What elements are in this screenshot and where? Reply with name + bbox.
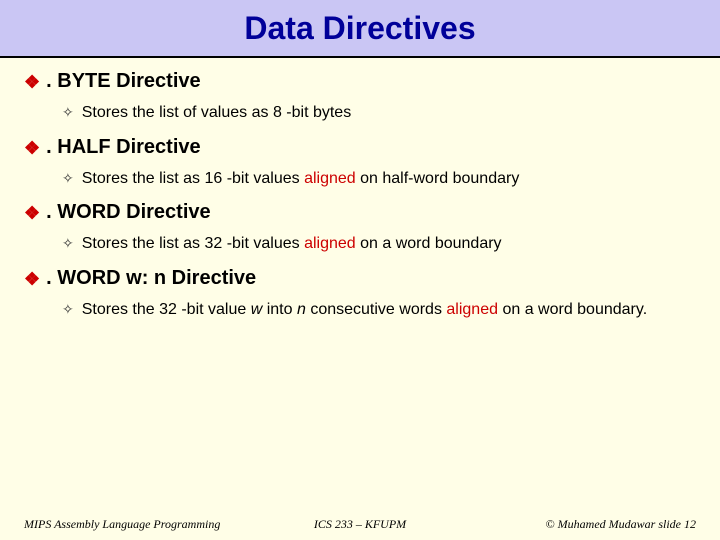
sub-bullet-icon: ✧ xyxy=(62,233,74,253)
sub-word-wn: ✧ Stores the 32 -bit value w into n cons… xyxy=(24,299,696,321)
heading-half: ❖ . HALF Directive xyxy=(24,136,696,160)
sub-text: Stores the list as 16 -bit values aligne… xyxy=(82,168,520,190)
heading-byte: ❖ . BYTE Directive xyxy=(24,70,696,94)
content-area: ❖ . BYTE Directive ✧ Stores the list of … xyxy=(0,58,720,320)
diamond-icon: ❖ xyxy=(24,136,40,160)
sub-text: Stores the 32 -bit value w into n consec… xyxy=(82,299,647,321)
diamond-icon: ❖ xyxy=(24,201,40,225)
heading-word-wn: ❖ . WORD w: n Directive xyxy=(24,267,696,291)
sub-half: ✧ Stores the list as 16 -bit values alig… xyxy=(24,168,696,190)
section-byte: ❖ . BYTE Directive ✧ Stores the list of … xyxy=(24,70,696,124)
footer: MIPS Assembly Language Programming ICS 2… xyxy=(0,517,720,532)
title-bar: Data Directives xyxy=(0,0,720,58)
diamond-icon: ❖ xyxy=(24,70,40,94)
heading-text: . BYTE Directive xyxy=(46,70,201,93)
heading-text: . WORD w: n Directive xyxy=(46,267,256,290)
heading-text: . WORD Directive xyxy=(46,201,210,224)
sub-word: ✧ Stores the list as 32 -bit values alig… xyxy=(24,233,696,255)
sub-bullet-icon: ✧ xyxy=(62,168,74,188)
sub-byte: ✧ Stores the list of values as 8 -bit by… xyxy=(24,102,696,124)
sub-text: Stores the list of values as 8 -bit byte… xyxy=(82,102,351,124)
heading-word: ❖ . WORD Directive xyxy=(24,201,696,225)
section-word: ❖ . WORD Directive ✧ Stores the list as … xyxy=(24,201,696,255)
sub-bullet-icon: ✧ xyxy=(62,299,74,319)
footer-left: MIPS Assembly Language Programming xyxy=(24,517,248,532)
sub-bullet-icon: ✧ xyxy=(62,102,74,122)
heading-text: . HALF Directive xyxy=(46,136,200,159)
footer-center: ICS 233 – KFUPM xyxy=(248,517,472,532)
sub-text: Stores the list as 32 -bit values aligne… xyxy=(82,233,502,255)
page-title: Data Directives xyxy=(244,10,475,47)
section-word-wn: ❖ . WORD w: n Directive ✧ Stores the 32 … xyxy=(24,267,696,321)
footer-right: © Muhamed Mudawar slide 12 xyxy=(472,517,696,532)
diamond-icon: ❖ xyxy=(24,267,40,291)
section-half: ❖ . HALF Directive ✧ Stores the list as … xyxy=(24,136,696,190)
